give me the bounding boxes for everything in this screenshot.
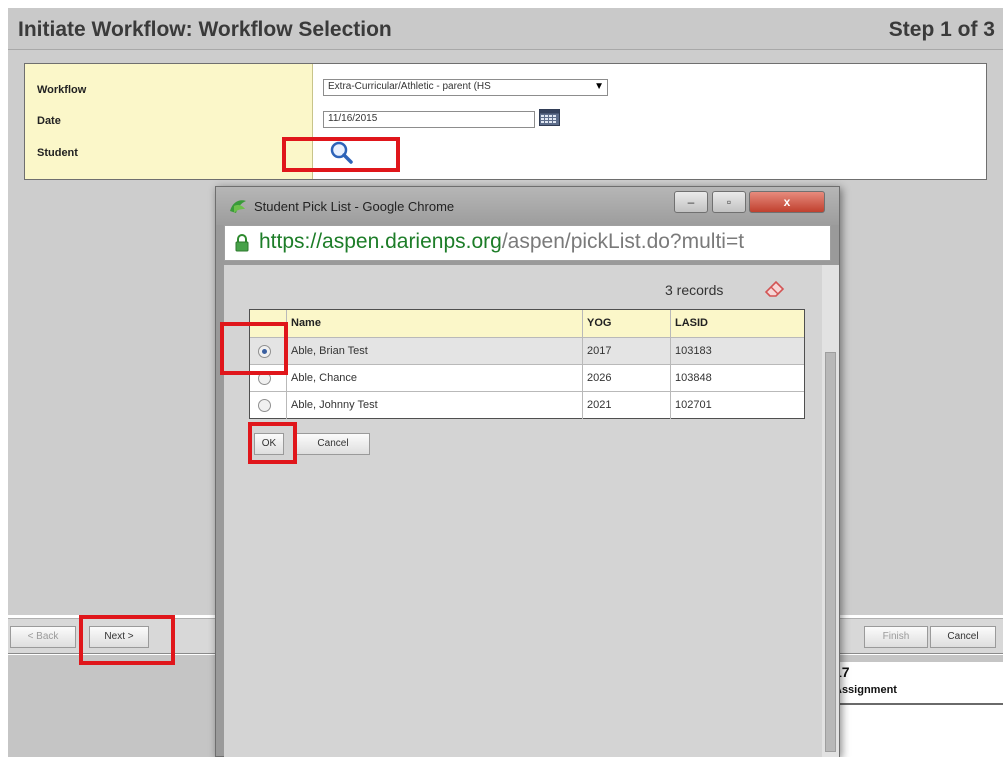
column-header-name[interactable]: Name: [286, 310, 582, 337]
student-name: Able, Chance: [286, 365, 582, 391]
cancel-button[interactable]: Cancel: [930, 626, 996, 648]
student-yog: 2026: [582, 365, 670, 391]
pick-list-cancel-button[interactable]: Cancel: [296, 433, 370, 455]
scrollbar-thumb[interactable]: [825, 352, 836, 752]
workflow-select-value: Extra-Curricular/Athletic - parent (HS: [328, 81, 491, 92]
workflow-label: Workflow: [37, 84, 87, 96]
student-lasid: 103183: [670, 338, 804, 364]
chrome-app-icon: [230, 200, 246, 213]
student-lasid: 102701: [670, 392, 804, 419]
workflow-form: Workflow Date Student Extra-Curricular/A…: [24, 63, 987, 180]
student-yog: 2017: [582, 338, 670, 364]
form-labels-column: Workflow Date Student: [25, 64, 313, 179]
calendar-icon[interactable]: [539, 109, 560, 126]
student-lasid: 103848: [670, 365, 804, 391]
date-field[interactable]: 11/16/2015: [323, 111, 535, 128]
minimize-icon[interactable]: –: [674, 191, 708, 213]
annotation-student-search: [282, 137, 400, 172]
lower-panel: [832, 662, 1003, 757]
annotation-radio-select: [220, 322, 288, 375]
table-row[interactable]: Able, Johnny Test 2021 102701: [250, 392, 804, 419]
student-yog: 2021: [582, 392, 670, 419]
url-text: https://aspen.darienps.org/aspen/pickLis…: [259, 230, 744, 254]
address-bar[interactable]: https://aspen.darienps.org/aspen/pickLis…: [224, 225, 831, 261]
lock-icon: [235, 234, 249, 252]
url-host: https://aspen.darienps.org: [259, 230, 502, 253]
student-label: Student: [37, 147, 78, 159]
table-header: Name YOG LASID: [250, 310, 804, 338]
workflow-select[interactable]: Extra-Curricular/Athletic - parent (HS ▼: [323, 79, 608, 96]
record-count: 3 records: [665, 282, 724, 298]
page-root: Initiate Workflow: Workflow Selection St…: [0, 0, 1003, 757]
student-name: Able, Johnny Test: [286, 392, 582, 419]
divider: [832, 703, 1003, 705]
url-path: /aspen/pickList.do?multi=t: [501, 230, 745, 253]
row-radio[interactable]: [258, 399, 271, 412]
annotation-next-button: [79, 615, 175, 665]
page-title: Initiate Workflow: Workflow Selection: [18, 18, 392, 41]
table-row[interactable]: Able, Brian Test 2017 103183: [250, 338, 804, 365]
student-pick-list-window: Student Pick List - Google Chrome – ▫ x …: [215, 186, 840, 757]
back-button[interactable]: < Back: [10, 626, 76, 648]
student-table: Name YOG LASID Able, Brian Test 2017 103…: [249, 309, 805, 419]
table-row[interactable]: Able, Chance 2026 103848: [250, 365, 804, 392]
window-titlebar[interactable]: Student Pick List - Google Chrome – ▫ x: [216, 187, 839, 225]
student-name: Able, Brian Test: [286, 338, 582, 364]
eraser-icon[interactable]: [764, 279, 786, 299]
step-indicator: Step 1 of 3: [888, 18, 995, 41]
date-label: Date: [37, 115, 61, 127]
column-header-yog[interactable]: YOG: [582, 310, 670, 337]
column-header-lasid[interactable]: LASID: [670, 310, 804, 337]
close-icon[interactable]: x: [749, 191, 825, 213]
maximize-icon[interactable]: ▫: [712, 191, 746, 213]
annotation-ok-button: [248, 422, 297, 464]
chevron-down-icon: ▼: [594, 81, 604, 92]
page-header: Initiate Workflow: Workflow Selection St…: [8, 8, 1003, 50]
window-title: Student Pick List - Google Chrome: [254, 199, 455, 214]
finish-button[interactable]: Finish: [864, 626, 928, 648]
assignment-label: Assignment: [834, 684, 897, 696]
